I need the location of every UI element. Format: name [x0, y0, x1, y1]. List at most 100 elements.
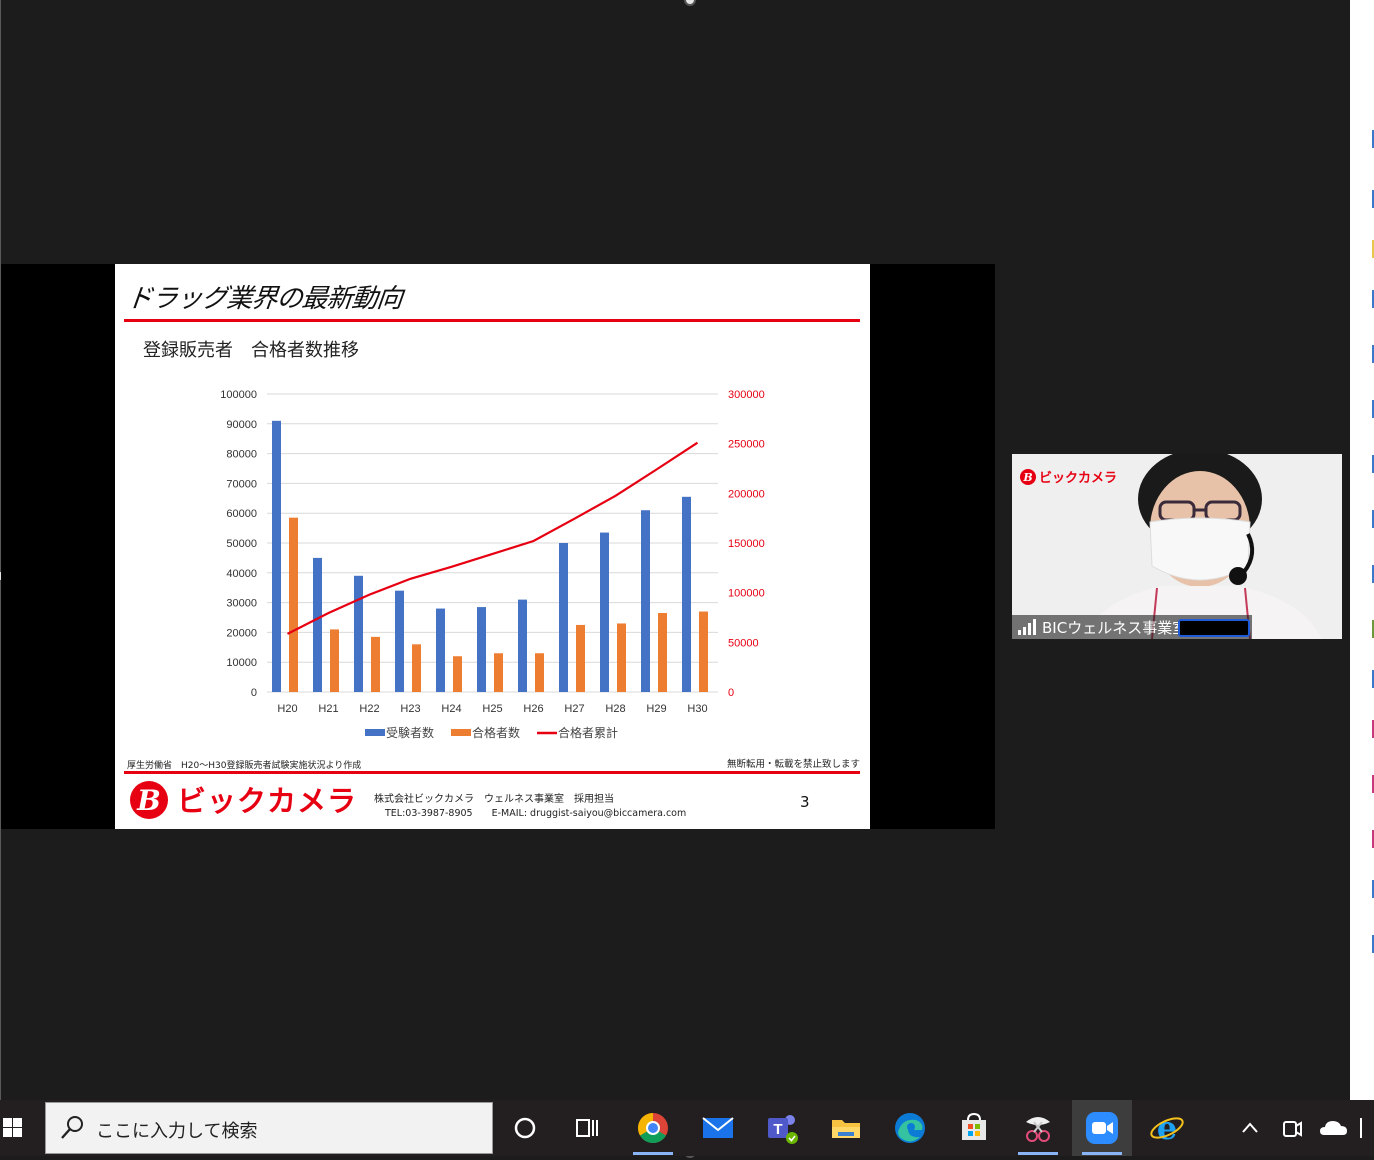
bar-H27-1 [576, 624, 585, 692]
x-tick-label: H22 [359, 703, 379, 715]
tile-logo-wordmark: ビックカメラ [1039, 470, 1117, 486]
left-axis-ticks: 0 10000 20000 30000 40000 50000 60000 70000 8000… [220, 389, 257, 699]
right-tick-label: 250000 [728, 439, 765, 451]
x-tick-label: H20 [277, 703, 297, 715]
right-panel-strip [1350, 0, 1374, 1100]
bar-H23-1 [412, 644, 421, 692]
redacted-name-box [1178, 619, 1250, 637]
bar-H30-1 [699, 611, 708, 692]
x-tick-label: H27 [564, 703, 584, 715]
logo-wordmark: ビックカメラ [177, 784, 357, 818]
chrome-icon[interactable] [633, 1108, 673, 1148]
bar-H29-0 [641, 510, 650, 692]
internet-explorer-icon[interactable]: e [1147, 1108, 1187, 1148]
bar-H26-1 [535, 653, 544, 692]
bar-H22-0 [354, 575, 363, 692]
snip-active-indicator [1018, 1152, 1058, 1155]
store-icon[interactable] [954, 1108, 994, 1148]
footer-contact: TEL:03-3987-8905 E-MAIL: druggist-saiyou… [385, 808, 687, 819]
windows-logo-icon [3, 1118, 22, 1137]
resize-handle-top[interactable] [684, 0, 696, 6]
bar-H28-1 [617, 623, 626, 692]
snip-icon[interactable] [1018, 1108, 1058, 1148]
right-tick-label: 50000 [728, 637, 759, 649]
right-tick-label: 150000 [728, 538, 765, 550]
legend-label: 合格者数 [472, 725, 520, 740]
bar-H23-0 [395, 590, 404, 692]
mail-icon[interactable] [698, 1108, 738, 1148]
participant-name-bar: BICウェルネス事業室 [1012, 615, 1252, 639]
bar-H24-1 [453, 656, 462, 692]
slide-subtitle: 登録販売者 合格者数推移 [143, 340, 359, 361]
bar-H20-0 [272, 420, 281, 692]
left-tick-label: 10000 [226, 657, 257, 669]
network-icon[interactable] [1360, 1118, 1374, 1138]
taskbar-search-box[interactable]: ここに入力して検索 [45, 1102, 493, 1154]
bar-H20-1 [289, 517, 298, 692]
chart-bars [272, 420, 708, 692]
combo-chart: 0 10000 20000 30000 40000 50000 60000 70000 8000… [220, 389, 765, 740]
legend-label: 合格者累計 [558, 725, 618, 740]
onedrive-icon[interactable] [1314, 1108, 1354, 1148]
left-tick-label: 50000 [226, 538, 257, 550]
search-placeholder: ここに入力して検索 [96, 1121, 258, 1142]
bar-H22-1 [371, 636, 380, 692]
left-tick-label: 80000 [226, 449, 257, 461]
legend-swatch [365, 729, 385, 736]
left-tick-label: 70000 [226, 478, 257, 490]
slide-title: ドラッグ業界の最新動向 [125, 284, 404, 314]
file-explorer-icon[interactable] [826, 1108, 866, 1148]
chart-legend: 受験者数 合格者数 合格者累計 [365, 725, 618, 740]
right-axis-ticks: 0 50000 100000 150000 200000 250000 300000 [728, 389, 765, 699]
edge-icon[interactable] [890, 1108, 930, 1148]
right-tick-label: 300000 [728, 389, 765, 401]
footer-rule [124, 771, 860, 774]
zoom-active-indicator [1082, 1152, 1122, 1155]
x-axis-ticks: H20 H21 H22 H23 H24 H25 H26 H27 H28 H29 H30 [277, 703, 707, 715]
chrome-active-indicator [633, 1152, 673, 1155]
page-number: 3 [800, 793, 810, 811]
cortana-icon[interactable] [505, 1108, 545, 1148]
x-tick-label: H28 [605, 703, 625, 715]
x-tick-label: H26 [523, 703, 543, 715]
signal-strength-icon [1018, 619, 1036, 635]
footer-company: 株式会社ビックカメラ ウェルネス事業室 採用担当 [374, 794, 614, 805]
right-tick-label: 200000 [728, 488, 765, 500]
x-tick-label: H29 [646, 703, 666, 715]
x-tick-label: H30 [687, 703, 707, 715]
cumulative-line [287, 441, 699, 635]
svg-text:T: T [773, 1121, 782, 1138]
right-tick-label: 100000 [728, 588, 765, 600]
participant-video-tile[interactable]: B ビックカメラ BICウェルネス事業室 [1012, 454, 1342, 639]
bar-H27-0 [559, 543, 568, 692]
chevron-up-icon[interactable] [1230, 1108, 1270, 1148]
bar-H30-0 [682, 496, 691, 692]
bar-H21-0 [313, 557, 322, 692]
left-tick-label: 30000 [226, 598, 257, 610]
svg-text:B: B [1022, 471, 1032, 484]
bar-H24-0 [436, 608, 445, 692]
teams-icon[interactable]: T [762, 1108, 802, 1148]
legend-swatch [451, 729, 471, 736]
left-tick-label: 0 [251, 687, 257, 699]
x-tick-label: H24 [441, 703, 461, 715]
bar-H26-0 [518, 599, 527, 692]
bar-H21-1 [330, 629, 339, 692]
presentation-slide: ドラッグ業界の最新動向 登録販売者 合格者数推移 0 10000 20000 3000… [115, 264, 870, 829]
title-underline [124, 319, 860, 322]
start-button[interactable] [0, 1100, 44, 1156]
bar-H29-1 [658, 613, 667, 692]
meet-now-icon[interactable] [1272, 1108, 1312, 1148]
zoom-icon[interactable] [1082, 1108, 1122, 1148]
left-tick-label: 100000 [220, 389, 257, 401]
chart-line [287, 441, 699, 635]
bar-H25-0 [477, 607, 486, 692]
windows-taskbar: ここに入力して検索 T e [0, 1100, 1374, 1156]
svg-text:B: B [136, 784, 161, 817]
left-tick-label: 90000 [226, 419, 257, 431]
left-tick-label: 40000 [226, 568, 257, 580]
search-icon [61, 1116, 83, 1139]
right-tick-label: 0 [728, 687, 734, 699]
task-view-icon[interactable] [567, 1108, 607, 1148]
participant-name: BICウェルネス事業室 [1042, 618, 1188, 637]
